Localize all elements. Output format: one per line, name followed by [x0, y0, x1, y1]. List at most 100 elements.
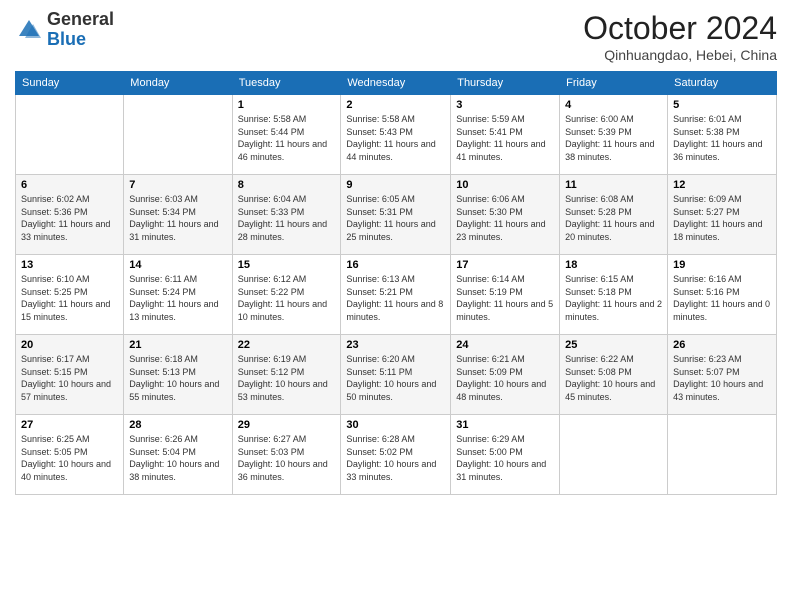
- day-info: Sunrise: 5:59 AMSunset: 5:41 PMDaylight:…: [456, 113, 554, 163]
- day-info: Sunrise: 6:11 AMSunset: 5:24 PMDaylight:…: [129, 273, 226, 323]
- location: Qinhuangdao, Hebei, China: [583, 47, 777, 63]
- calendar-table: Sunday Monday Tuesday Wednesday Thursday…: [15, 71, 777, 495]
- col-monday: Monday: [124, 72, 232, 95]
- day-info: Sunrise: 6:17 AMSunset: 5:15 PMDaylight:…: [21, 353, 118, 403]
- day-info: Sunrise: 6:21 AMSunset: 5:09 PMDaylight:…: [456, 353, 554, 403]
- day-info: Sunrise: 6:16 AMSunset: 5:16 PMDaylight:…: [673, 273, 771, 323]
- calendar-cell: [668, 415, 777, 495]
- page-header: General Blue October 2024 Qinhuangdao, H…: [15, 10, 777, 63]
- day-info: Sunrise: 6:05 AMSunset: 5:31 PMDaylight:…: [346, 193, 445, 243]
- day-info: Sunrise: 6:00 AMSunset: 5:39 PMDaylight:…: [565, 113, 662, 163]
- day-info: Sunrise: 6:25 AMSunset: 5:05 PMDaylight:…: [21, 433, 118, 483]
- day-info: Sunrise: 6:02 AMSunset: 5:36 PMDaylight:…: [21, 193, 118, 243]
- day-info: Sunrise: 6:08 AMSunset: 5:28 PMDaylight:…: [565, 193, 662, 243]
- day-info: Sunrise: 6:26 AMSunset: 5:04 PMDaylight:…: [129, 433, 226, 483]
- logo-general-text: General: [47, 9, 114, 29]
- day-number: 20: [21, 339, 118, 351]
- day-info: Sunrise: 6:23 AMSunset: 5:07 PMDaylight:…: [673, 353, 771, 403]
- calendar-cell: 21 Sunrise: 6:18 AMSunset: 5:13 PMDaylig…: [124, 335, 232, 415]
- day-number: 12: [673, 179, 771, 191]
- col-wednesday: Wednesday: [341, 72, 451, 95]
- day-info: Sunrise: 6:10 AMSunset: 5:25 PMDaylight:…: [21, 273, 118, 323]
- day-number: 29: [238, 419, 336, 431]
- day-number: 10: [456, 179, 554, 191]
- calendar-cell: 23 Sunrise: 6:20 AMSunset: 5:11 PMDaylig…: [341, 335, 451, 415]
- day-info: Sunrise: 6:29 AMSunset: 5:00 PMDaylight:…: [456, 433, 554, 483]
- calendar-cell: 2 Sunrise: 5:58 AMSunset: 5:43 PMDayligh…: [341, 95, 451, 175]
- calendar-cell: 11 Sunrise: 6:08 AMSunset: 5:28 PMDaylig…: [560, 175, 668, 255]
- calendar-week-row: 1 Sunrise: 5:58 AMSunset: 5:44 PMDayligh…: [16, 95, 777, 175]
- calendar-cell: 3 Sunrise: 5:59 AMSunset: 5:41 PMDayligh…: [451, 95, 560, 175]
- col-friday: Friday: [560, 72, 668, 95]
- logo: General Blue: [15, 10, 114, 50]
- col-saturday: Saturday: [668, 72, 777, 95]
- calendar-cell: 18 Sunrise: 6:15 AMSunset: 5:18 PMDaylig…: [560, 255, 668, 335]
- day-number: 9: [346, 179, 445, 191]
- day-info: Sunrise: 5:58 AMSunset: 5:43 PMDaylight:…: [346, 113, 445, 163]
- calendar-cell: [560, 415, 668, 495]
- calendar-cell: 1 Sunrise: 5:58 AMSunset: 5:44 PMDayligh…: [232, 95, 341, 175]
- day-number: 13: [21, 259, 118, 271]
- calendar-week-row: 27 Sunrise: 6:25 AMSunset: 5:05 PMDaylig…: [16, 415, 777, 495]
- calendar-cell: [16, 95, 124, 175]
- day-number: 14: [129, 259, 226, 271]
- day-info: Sunrise: 6:04 AMSunset: 5:33 PMDaylight:…: [238, 193, 336, 243]
- calendar-cell: 22 Sunrise: 6:19 AMSunset: 5:12 PMDaylig…: [232, 335, 341, 415]
- day-info: Sunrise: 5:58 AMSunset: 5:44 PMDaylight:…: [238, 113, 336, 163]
- day-info: Sunrise: 6:27 AMSunset: 5:03 PMDaylight:…: [238, 433, 336, 483]
- calendar-cell: 16 Sunrise: 6:13 AMSunset: 5:21 PMDaylig…: [341, 255, 451, 335]
- day-info: Sunrise: 6:09 AMSunset: 5:27 PMDaylight:…: [673, 193, 771, 243]
- day-number: 21: [129, 339, 226, 351]
- calendar-cell: 25 Sunrise: 6:22 AMSunset: 5:08 PMDaylig…: [560, 335, 668, 415]
- calendar-cell: 27 Sunrise: 6:25 AMSunset: 5:05 PMDaylig…: [16, 415, 124, 495]
- day-number: 27: [21, 419, 118, 431]
- calendar-cell: 17 Sunrise: 6:14 AMSunset: 5:19 PMDaylig…: [451, 255, 560, 335]
- calendar-cell: [124, 95, 232, 175]
- calendar-cell: 12 Sunrise: 6:09 AMSunset: 5:27 PMDaylig…: [668, 175, 777, 255]
- calendar-cell: 26 Sunrise: 6:23 AMSunset: 5:07 PMDaylig…: [668, 335, 777, 415]
- day-number: 1: [238, 99, 336, 111]
- day-number: 17: [456, 259, 554, 271]
- header-row: Sunday Monday Tuesday Wednesday Thursday…: [16, 72, 777, 95]
- day-info: Sunrise: 6:28 AMSunset: 5:02 PMDaylight:…: [346, 433, 445, 483]
- day-number: 25: [565, 339, 662, 351]
- day-number: 15: [238, 259, 336, 271]
- day-number: 31: [456, 419, 554, 431]
- day-info: Sunrise: 6:19 AMSunset: 5:12 PMDaylight:…: [238, 353, 336, 403]
- day-number: 23: [346, 339, 445, 351]
- day-number: 22: [238, 339, 336, 351]
- calendar-cell: 30 Sunrise: 6:28 AMSunset: 5:02 PMDaylig…: [341, 415, 451, 495]
- month-title: October 2024: [583, 10, 777, 47]
- calendar-cell: 24 Sunrise: 6:21 AMSunset: 5:09 PMDaylig…: [451, 335, 560, 415]
- day-number: 5: [673, 99, 771, 111]
- day-info: Sunrise: 6:13 AMSunset: 5:21 PMDaylight:…: [346, 273, 445, 323]
- calendar-cell: 20 Sunrise: 6:17 AMSunset: 5:15 PMDaylig…: [16, 335, 124, 415]
- col-tuesday: Tuesday: [232, 72, 341, 95]
- calendar-cell: 4 Sunrise: 6:00 AMSunset: 5:39 PMDayligh…: [560, 95, 668, 175]
- day-number: 4: [565, 99, 662, 111]
- calendar-cell: 7 Sunrise: 6:03 AMSunset: 5:34 PMDayligh…: [124, 175, 232, 255]
- day-number: 24: [456, 339, 554, 351]
- day-number: 3: [456, 99, 554, 111]
- day-info: Sunrise: 6:01 AMSunset: 5:38 PMDaylight:…: [673, 113, 771, 163]
- calendar-cell: 10 Sunrise: 6:06 AMSunset: 5:30 PMDaylig…: [451, 175, 560, 255]
- calendar-cell: 14 Sunrise: 6:11 AMSunset: 5:24 PMDaylig…: [124, 255, 232, 335]
- day-info: Sunrise: 6:20 AMSunset: 5:11 PMDaylight:…: [346, 353, 445, 403]
- day-number: 6: [21, 179, 118, 191]
- calendar-cell: 8 Sunrise: 6:04 AMSunset: 5:33 PMDayligh…: [232, 175, 341, 255]
- calendar-cell: 9 Sunrise: 6:05 AMSunset: 5:31 PMDayligh…: [341, 175, 451, 255]
- day-number: 2: [346, 99, 445, 111]
- title-block: October 2024 Qinhuangdao, Hebei, China: [583, 10, 777, 63]
- day-number: 16: [346, 259, 445, 271]
- col-thursday: Thursday: [451, 72, 560, 95]
- day-info: Sunrise: 6:18 AMSunset: 5:13 PMDaylight:…: [129, 353, 226, 403]
- logo-blue-text: Blue: [47, 29, 86, 49]
- calendar-week-row: 13 Sunrise: 6:10 AMSunset: 5:25 PMDaylig…: [16, 255, 777, 335]
- calendar-cell: 31 Sunrise: 6:29 AMSunset: 5:00 PMDaylig…: [451, 415, 560, 495]
- day-number: 26: [673, 339, 771, 351]
- day-info: Sunrise: 6:03 AMSunset: 5:34 PMDaylight:…: [129, 193, 226, 243]
- calendar-cell: 19 Sunrise: 6:16 AMSunset: 5:16 PMDaylig…: [668, 255, 777, 335]
- calendar-week-row: 20 Sunrise: 6:17 AMSunset: 5:15 PMDaylig…: [16, 335, 777, 415]
- day-info: Sunrise: 6:15 AMSunset: 5:18 PMDaylight:…: [565, 273, 662, 323]
- day-number: 8: [238, 179, 336, 191]
